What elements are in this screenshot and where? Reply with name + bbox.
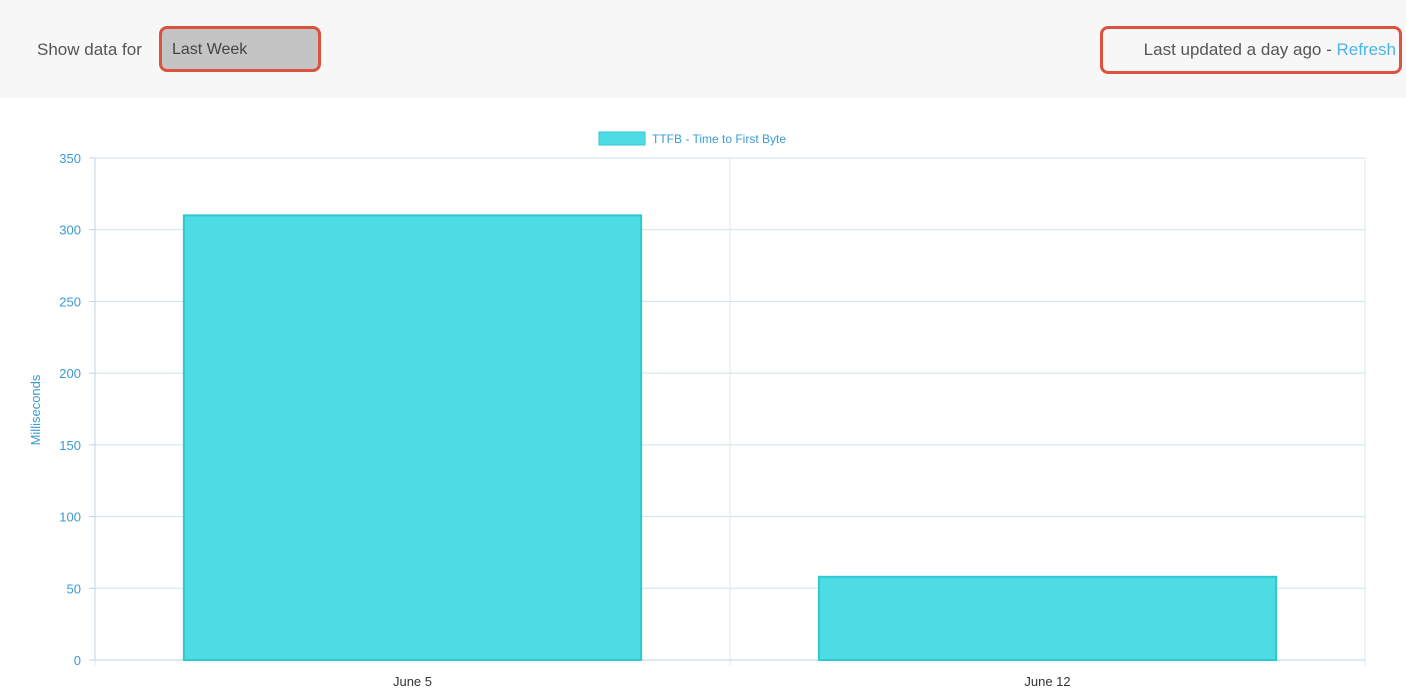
y-tick-label: 250 xyxy=(59,294,81,309)
show-data-label: Show data for xyxy=(37,40,142,59)
y-tick-label: 50 xyxy=(67,581,81,596)
chart-legend: TTFB - Time to First Byte xyxy=(598,131,786,146)
bar-june-5[interactable] xyxy=(182,214,643,661)
x-tick-label: June 5 xyxy=(393,674,432,689)
y-axis-label: Milliseconds xyxy=(28,374,43,445)
ttfb-bar-chart: 0 50 100 150 200 250 300 350 June 5 June 12 TTFB… xyxy=(28,131,1366,689)
y-tick-label: 200 xyxy=(59,366,81,381)
y-tick-label: 300 xyxy=(59,223,81,238)
y-tick-label: 350 xyxy=(59,151,81,166)
bar-june-12[interactable] xyxy=(817,575,1278,661)
x-tick-label: June 12 xyxy=(1024,674,1070,689)
y-axis-ticks: 0 50 100 150 200 250 300 350 xyxy=(59,151,81,668)
last-updated-status: Last updated a day ago - Refresh xyxy=(1144,40,1396,60)
x-axis-ticks: June 5 June 12 xyxy=(393,674,1071,689)
date-range-value[interactable]: Last Week xyxy=(172,41,247,59)
filter-toolbar: Show data for Last Week Last updated a d… xyxy=(0,0,1406,98)
y-tick-label: 150 xyxy=(59,438,81,453)
legend-label: TTFB - Time to First Byte xyxy=(652,132,786,146)
y-tick-label: 100 xyxy=(59,510,81,525)
last-updated-text: Last updated a day ago - xyxy=(1143,40,1337,59)
y-tick-label: 0 xyxy=(74,653,81,668)
legend-swatch xyxy=(598,131,646,146)
refresh-link[interactable]: Refresh xyxy=(1336,40,1396,59)
